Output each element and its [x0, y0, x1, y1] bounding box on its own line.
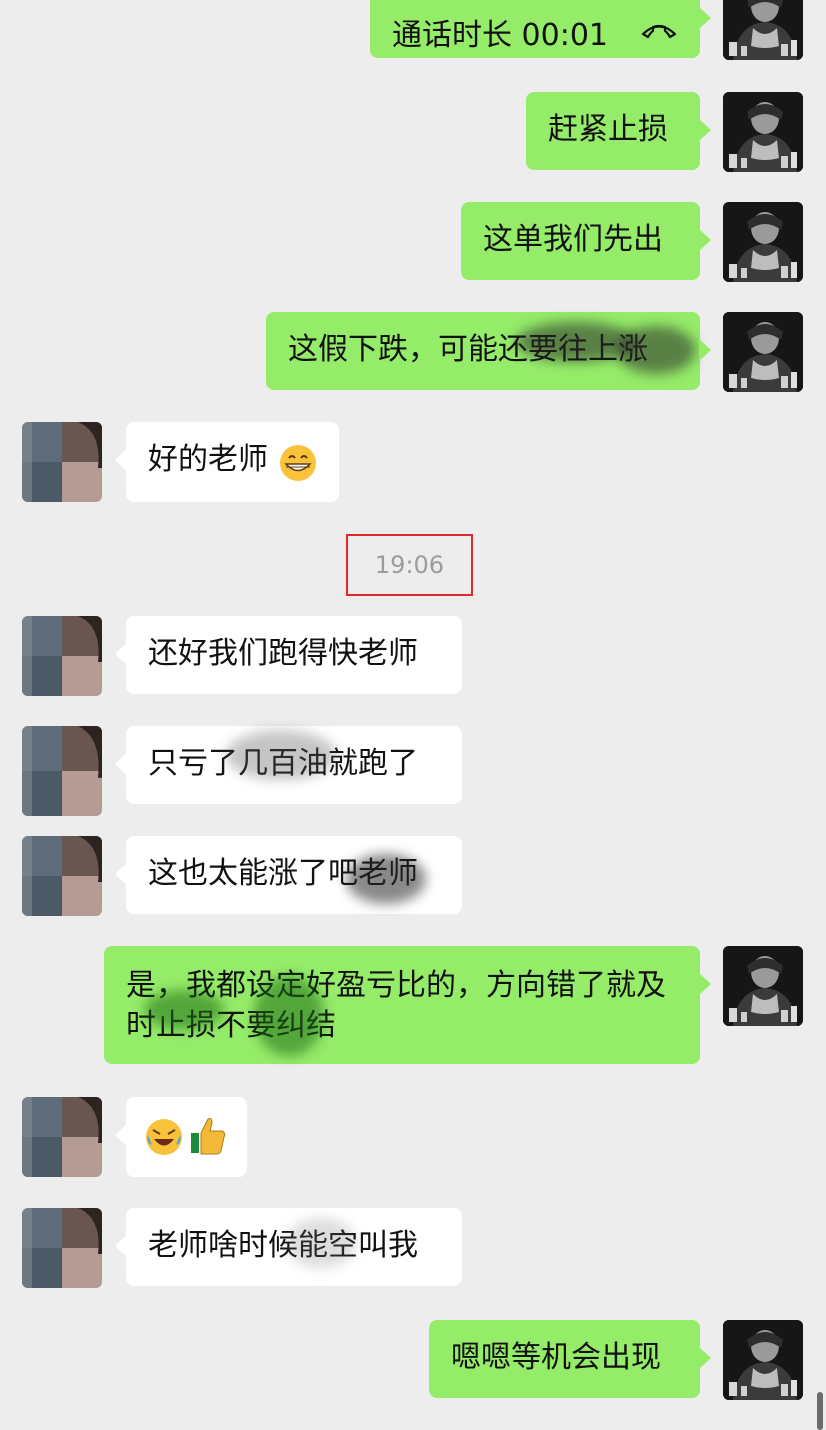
redaction-smudge: [346, 854, 426, 904]
received-message-bubble[interactable]: 这也太能涨了吧老师: [115, 836, 462, 914]
thumbs-up-emoji: [188, 1115, 228, 1168]
contact-avatar[interactable]: [22, 836, 102, 916]
rolling-laughing-emoji: [144, 1117, 184, 1168]
message-text: 赶紧止损: [548, 112, 668, 147]
redaction-smudge: [254, 976, 324, 1056]
contact-avatar[interactable]: [22, 422, 102, 502]
my-avatar[interactable]: [723, 92, 803, 172]
redaction-smudge: [616, 326, 696, 374]
call-duration-label: 通话时长 00:01: [392, 18, 608, 53]
my-avatar[interactable]: [723, 946, 803, 1026]
redaction-smudge: [226, 730, 336, 780]
my-avatar[interactable]: [723, 0, 803, 60]
sent-message-bubble[interactable]: 这假下跌，可能还要往上涨: [266, 312, 711, 390]
sent-message-bubble[interactable]: 这单我们先出: [461, 202, 711, 280]
message-text: 老师啥时候能空叫我: [148, 1228, 418, 1263]
message-text: 好的老师: [148, 442, 268, 477]
my-avatar[interactable]: [723, 1320, 803, 1400]
sent-message-bubble[interactable]: 嗯嗯等机会出现: [429, 1320, 711, 1398]
received-message-bubble[interactable]: 还好我们跑得快老师: [115, 616, 462, 694]
sent-message-bubble[interactable]: 赶紧止损: [526, 92, 711, 170]
my-avatar[interactable]: [723, 312, 803, 392]
message-text: 这单我们先出: [483, 222, 663, 257]
redaction-smudge: [286, 1218, 356, 1268]
contact-avatar[interactable]: [22, 1208, 102, 1288]
message-text: 嗯嗯等机会出现: [451, 1340, 661, 1375]
received-message-bubble[interactable]: [115, 1097, 247, 1177]
received-message-bubble[interactable]: 老师啥时候能空叫我: [115, 1208, 462, 1286]
received-message-bubble[interactable]: 好的老师: [115, 422, 339, 502]
my-avatar[interactable]: [723, 202, 803, 282]
scrollbar[interactable]: [817, 1392, 823, 1430]
redaction-smudge: [144, 990, 224, 1030]
grinning-face-emoji: [278, 443, 318, 494]
contact-avatar[interactable]: [22, 1097, 102, 1177]
contact-avatar[interactable]: [22, 726, 102, 816]
sent-message-bubble[interactable]: 是，我都设定好盈亏比的，方向错了就及时止损不要纠结: [104, 946, 711, 1064]
phone-hangup-icon: [640, 10, 678, 50]
call-record-bubble[interactable]: 通话时长 00:01: [370, 0, 711, 58]
received-message-bubble[interactable]: 只亏了几百油就跑了: [115, 726, 462, 804]
timestamp-divider: 19:06: [346, 534, 473, 596]
contact-avatar[interactable]: [22, 616, 102, 696]
message-text: 还好我们跑得快老师: [148, 636, 418, 671]
